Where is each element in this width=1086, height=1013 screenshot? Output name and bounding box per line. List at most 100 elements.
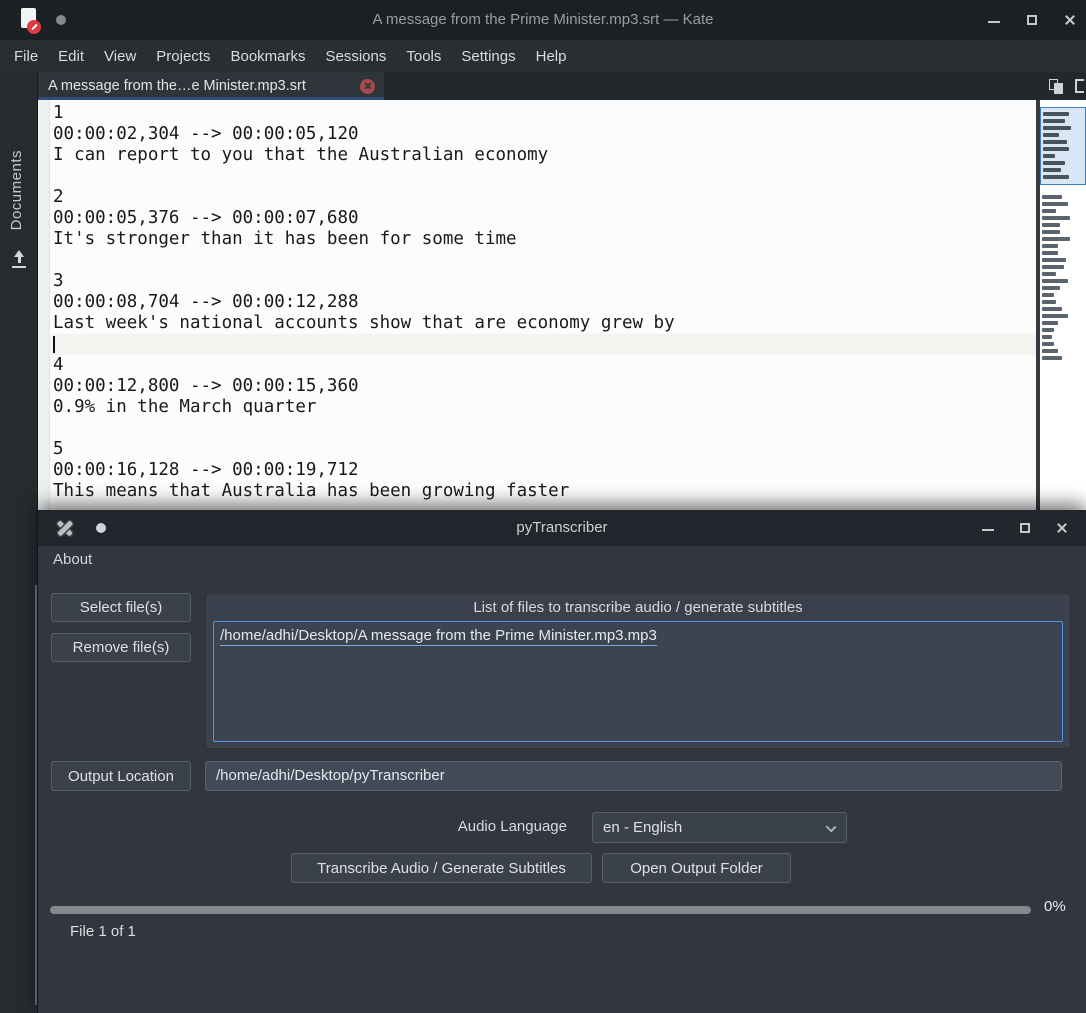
documents-stack-icon[interactable]: [1049, 78, 1063, 94]
subtitle-text: This means that Australia has been growi…: [53, 481, 570, 501]
minimap-line: [1043, 133, 1059, 137]
select-files-button[interactable]: Select file(s): [51, 593, 191, 622]
minimap-line: [1042, 216, 1070, 220]
subtitle-block: 3 00:00:08,704 --> 00:00:12,288 Last wee…: [51, 271, 1036, 355]
minimap-line: [1042, 279, 1068, 283]
subtitle-index: 3: [53, 271, 64, 291]
menu-item[interactable]: Help: [536, 48, 567, 65]
menu-item[interactable]: View: [104, 48, 136, 65]
tab-label: A message from the…e Minister.mp3.srt: [48, 78, 306, 94]
subtitle-index: 1: [53, 103, 64, 123]
minimap-line: [1042, 321, 1058, 325]
minimap-line: [1042, 272, 1056, 276]
subtitle-block: 1 00:00:02,304 --> 00:00:05,120 I can re…: [51, 103, 1036, 187]
close-button[interactable]: [1054, 520, 1070, 536]
subtitle-timecode: 00:00:02,304 --> 00:00:05,120: [53, 124, 359, 144]
minimap-line: [1043, 154, 1055, 158]
maximize-button[interactable]: [1017, 520, 1033, 536]
minimap-line: [1042, 286, 1060, 290]
tab-close-icon[interactable]: [360, 78, 375, 94]
output-location-button[interactable]: Output Location: [51, 761, 191, 791]
minimize-button[interactable]: [986, 12, 1002, 28]
pytranscriber-window-title: pyTranscriber: [516, 519, 608, 536]
audio-language-select[interactable]: en - English: [592, 812, 847, 843]
audio-language-label: Audio Language: [457, 818, 567, 835]
progress-status: File 1 of 1: [70, 923, 136, 940]
chevron-down-icon: [825, 821, 837, 833]
menu-item[interactable]: File: [14, 48, 38, 65]
subtitle-index: 4: [53, 355, 64, 375]
menu-item[interactable]: Settings: [461, 48, 515, 65]
minimap-line: [1043, 168, 1061, 172]
menu-item[interactable]: Sessions: [326, 48, 387, 65]
minimap-line: [1042, 314, 1068, 318]
editor-content: 1 00:00:02,304 --> 00:00:05,120 I can re…: [51, 103, 1036, 510]
minimize-button[interactable]: [980, 520, 996, 536]
minimap-line: [1042, 258, 1066, 262]
minimap-line: [1042, 195, 1062, 199]
minimap-line: [1042, 356, 1062, 360]
output-location-field[interactable]: /home/adhi/Desktop/pyTranscriber: [205, 761, 1062, 791]
minimap-line: [1043, 119, 1065, 123]
desktop: A message from the Prime Minister.mp3.sr…: [0, 0, 1086, 1013]
minimap-line: [1042, 223, 1060, 227]
minimap-line: [1042, 237, 1070, 241]
subtitle-text: It's stronger than it has been for some …: [53, 229, 517, 249]
minimap-line: [1042, 202, 1068, 206]
open-document-icon[interactable]: [1075, 79, 1084, 93]
sidebar-splitter[interactable]: [35, 585, 37, 1005]
maximize-button[interactable]: [1024, 12, 1040, 28]
subtitle-index: 2: [53, 187, 64, 207]
close-button[interactable]: [1062, 12, 1078, 28]
subtitle-index: 5: [53, 439, 64, 459]
menu-item[interactable]: Projects: [156, 48, 210, 65]
file-list[interactable]: /home/adhi/Desktop/A message from the Pr…: [213, 621, 1063, 742]
kate-tabbar: A message from the…e Minister.mp3.srt: [38, 72, 1086, 100]
documents-arrow-icon[interactable]: [11, 250, 27, 268]
minimap-line: [1042, 244, 1058, 248]
pytranscriber-titlebar: pyTranscriber: [38, 510, 1086, 546]
kate-window-title: A message from the Prime Minister.mp3.sr…: [372, 11, 714, 28]
scrollbar-minimap[interactable]: [1040, 100, 1086, 510]
subtitle-timecode: 00:00:05,376 --> 00:00:07,680: [53, 208, 359, 228]
subtitle-text: 0.9% in the March quarter: [53, 397, 317, 417]
minimap-line: [1042, 251, 1058, 255]
file-list-group-title: List of files to transcribe audio / gene…: [473, 599, 803, 616]
minimap-line: [1042, 307, 1062, 311]
remove-files-button[interactable]: Remove file(s): [51, 633, 191, 662]
minimap-lines: [1040, 195, 1086, 363]
document-tab[interactable]: A message from the…e Minister.mp3.srt: [38, 72, 384, 100]
minimap-visible-region[interactable]: [1040, 107, 1086, 185]
subtitle-text: I can report to you that the Australian …: [53, 145, 549, 165]
subtitle-block: 5 00:00:16,128 --> 00:00:19,712 This mea…: [51, 439, 1036, 510]
text-editor[interactable]: 1 00:00:02,304 --> 00:00:05,120 I can re…: [38, 100, 1036, 510]
file-list-group: List of files to transcribe audio / gene…: [205, 593, 1071, 749]
subtitle-block: 4 00:00:12,800 --> 00:00:15,360 0.9% in …: [51, 355, 1036, 439]
minimap-line: [1043, 161, 1065, 165]
subtitle-timecode: 00:00:12,800 --> 00:00:15,360: [53, 376, 359, 396]
minimap-line: [1042, 335, 1052, 339]
minimap-line: [1042, 300, 1056, 304]
subtitle-timecode: 00:00:16,128 --> 00:00:19,712: [53, 460, 359, 480]
audio-language-value: en - English: [603, 819, 683, 836]
minimap-line: [1042, 293, 1054, 297]
menu-about[interactable]: About: [53, 551, 92, 568]
minimap-line: [1043, 140, 1067, 144]
minimap-line: [1043, 175, 1069, 179]
minimap-line: [1042, 342, 1054, 346]
progress-percent: 0%: [1044, 898, 1066, 915]
transcribe-button[interactable]: Transcribe Audio / Generate Subtitles: [291, 853, 592, 883]
minimap-line: [1042, 265, 1064, 269]
progress-bar: [50, 906, 1031, 914]
menu-item[interactable]: Bookmarks: [230, 48, 305, 65]
file-list-item[interactable]: /home/adhi/Desktop/A message from the Pr…: [220, 627, 657, 646]
sidebar-documents-tab[interactable]: Documents: [8, 150, 25, 230]
menu-item[interactable]: Tools: [406, 48, 441, 65]
menu-item[interactable]: Edit: [58, 48, 84, 65]
open-output-folder-button[interactable]: Open Output Folder: [602, 853, 791, 883]
kate-sidebar: Documents: [0, 72, 38, 1013]
subtitle-timecode: 00:00:08,704 --> 00:00:12,288: [53, 292, 359, 312]
editor-gutter: [38, 100, 50, 510]
